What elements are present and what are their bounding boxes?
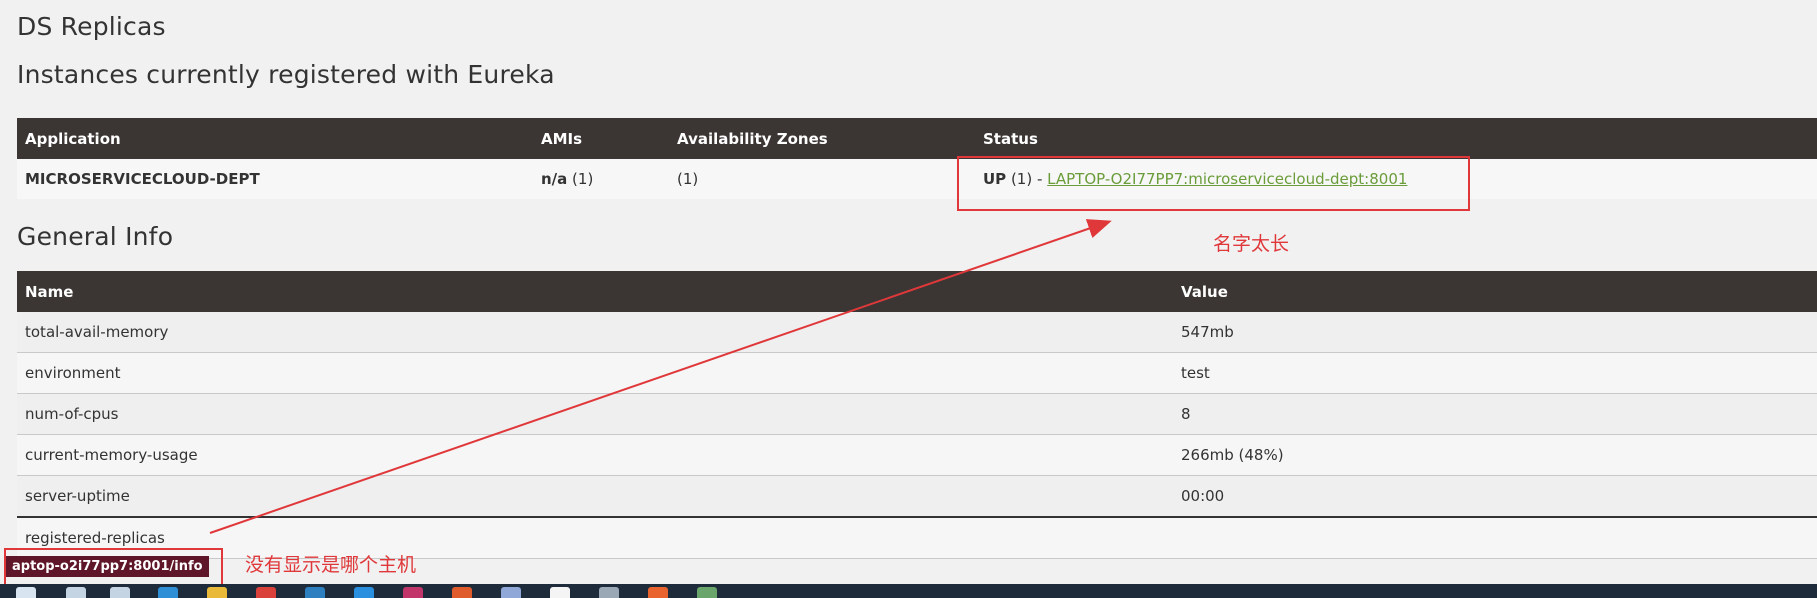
general-info-heading: General Info	[17, 222, 174, 251]
name-too-long-annotation: 名字太长	[1213, 233, 1290, 255]
info-value	[1173, 517, 1817, 559]
instances-table-header: Application AMIs Availability Zones Stat…	[17, 118, 1817, 159]
info-value: 266mb (48%)	[1173, 434, 1817, 476]
table-row: num-of-cpus 8	[17, 393, 1817, 435]
typora-icon[interactable]	[550, 587, 570, 598]
table-row: MICROSERVICECLOUD-DEPT n/a (1) (1) UP (1…	[17, 159, 1817, 199]
info-value: 00:00	[1173, 475, 1817, 518]
ami-count: (1)	[567, 170, 594, 188]
app3-icon[interactable]	[599, 587, 619, 598]
info-name: current-memory-usage	[17, 434, 1173, 476]
info-name: total-avail-memory	[17, 312, 1173, 353]
status-highlight-box	[957, 156, 1470, 211]
cell-application: MICROSERVICECLOUD-DEPT	[17, 159, 533, 199]
app-icon[interactable]	[452, 587, 472, 598]
col-application: Application	[17, 118, 533, 159]
status-bar-url: aptop-o2i77pp7:8001/info	[6, 556, 209, 577]
ami-value: n/a	[541, 170, 568, 188]
table-row: total-avail-memory 547mb	[17, 312, 1817, 353]
app5-icon[interactable]	[697, 587, 717, 598]
app2-icon[interactable]	[501, 587, 521, 598]
taskbar	[0, 584, 1817, 598]
info-value: 8	[1173, 393, 1817, 435]
info-value: test	[1173, 352, 1817, 394]
folder-icon[interactable]	[207, 587, 227, 598]
app4-icon[interactable]	[648, 587, 668, 598]
vscode-icon[interactable]	[354, 587, 374, 598]
col-amis: AMIs	[533, 118, 669, 159]
info-name: environment	[17, 352, 1173, 394]
col-availability-zones: Availability Zones	[669, 118, 975, 159]
table-row: current-memory-usage 266mb (48%)	[17, 434, 1817, 476]
cell-amis: n/a (1)	[533, 159, 669, 199]
info-table-header: Name Value	[17, 271, 1817, 312]
col-status: Status	[975, 118, 1817, 159]
ds-replicas-heading: DS Replicas	[17, 12, 166, 41]
info-value: 547mb	[1173, 312, 1817, 353]
chrome-icon[interactable]	[256, 587, 276, 598]
task-view-icon[interactable]	[110, 587, 130, 598]
search-icon[interactable]	[66, 587, 86, 598]
store-icon[interactable]	[305, 587, 325, 598]
table-row: environment test	[17, 352, 1817, 394]
instances-table: Application AMIs Availability Zones Stat…	[17, 118, 1817, 199]
info-name: server-uptime	[17, 475, 1173, 518]
col-name: Name	[17, 271, 1173, 312]
start-icon[interactable]	[16, 587, 36, 598]
general-info-table: Name Value total-avail-memory 547mb envi…	[17, 271, 1817, 559]
table-row: server-uptime 00:00	[17, 475, 1817, 518]
info-name: num-of-cpus	[17, 393, 1173, 435]
no-host-annotation: 没有显示是哪个主机	[245, 554, 417, 576]
instances-heading: Instances currently registered with Eure…	[17, 60, 555, 89]
edge-icon[interactable]	[158, 587, 178, 598]
cell-zones: (1)	[669, 159, 975, 199]
intellij-icon[interactable]	[403, 587, 423, 598]
col-value: Value	[1173, 271, 1817, 312]
